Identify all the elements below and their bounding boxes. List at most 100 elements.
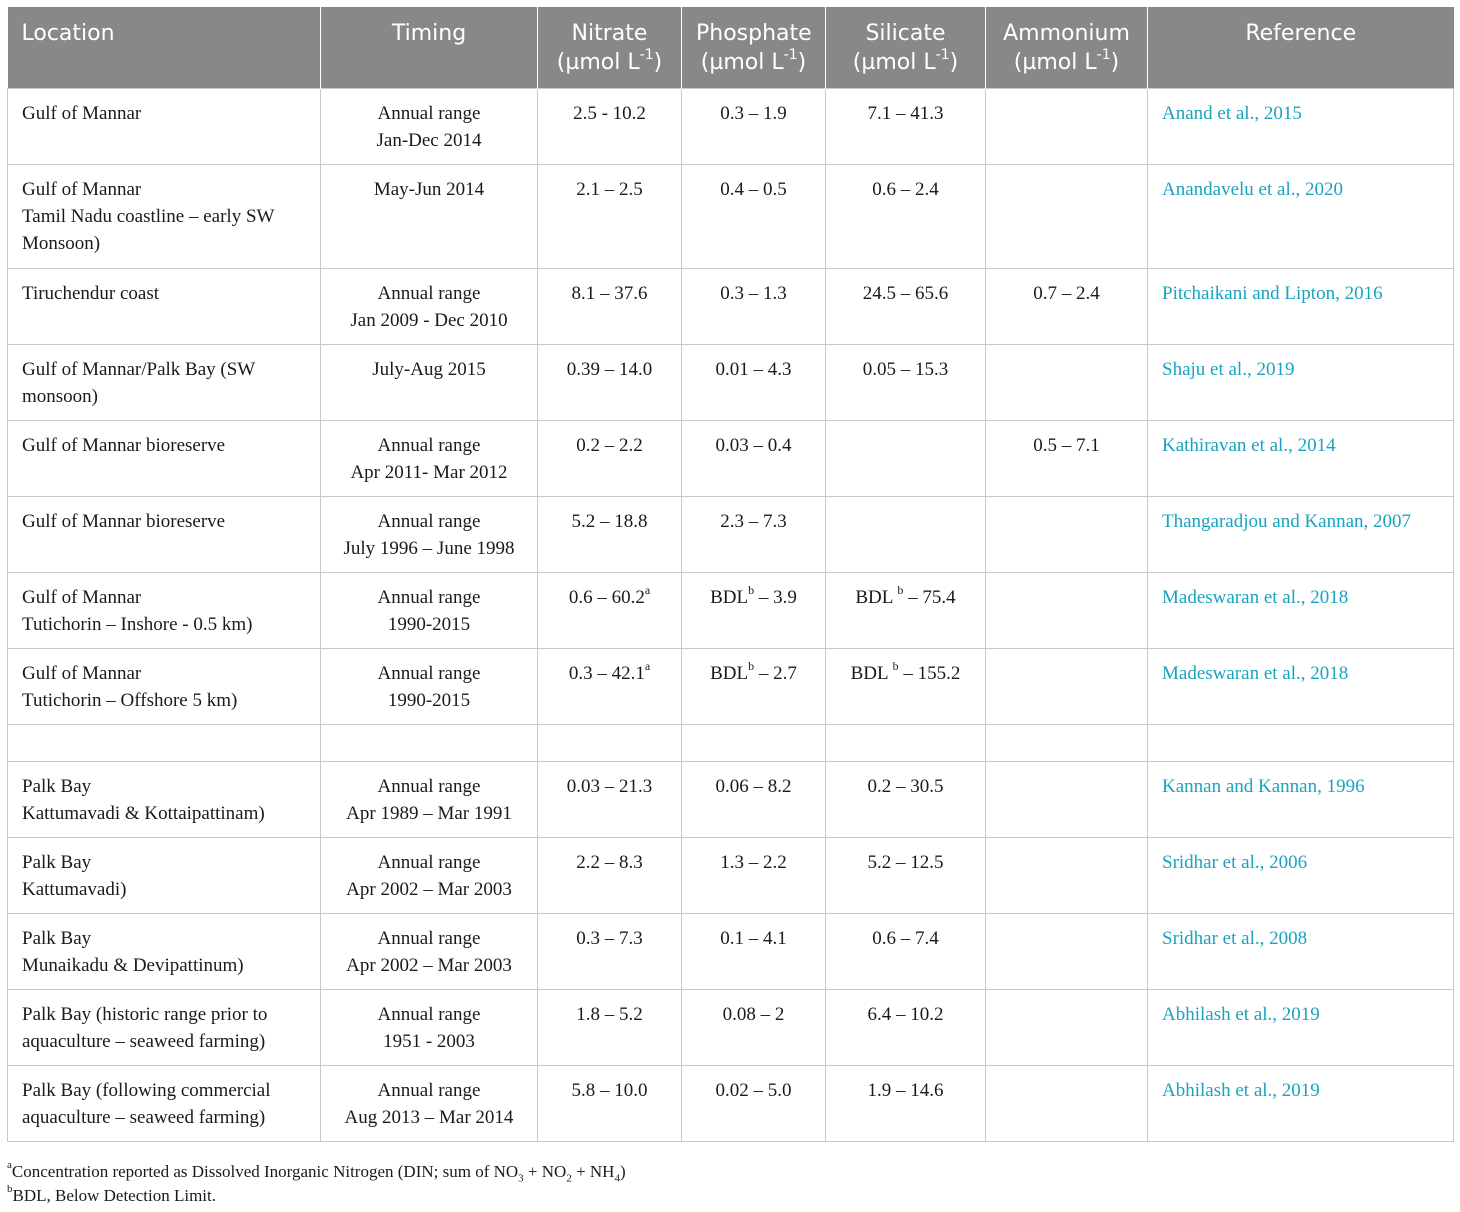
spacer-cell bbox=[537, 724, 682, 762]
cell-nitrate: 2.1 – 2.5 bbox=[537, 164, 682, 269]
table-row: Gulf of Mannar bioreserve Annual range Ap… bbox=[7, 420, 1454, 497]
reference-link[interactable]: Kannan and Kannan, 1996 bbox=[1147, 761, 1454, 838]
cell-phosphate: 0.08 – 2 bbox=[681, 989, 826, 1066]
cell-location: Gulf of Mannar Tutichorin – Inshore - 0.5… bbox=[7, 572, 321, 649]
cell-silicate: 0.2 – 30.5 bbox=[825, 761, 986, 838]
cell-nitrate: 2.2 – 8.3 bbox=[537, 837, 682, 914]
header-row: Location Timing Nitrate (µmol L-1) Phosph… bbox=[7, 7, 1454, 89]
reference-link[interactable]: Anand et al., 2015 bbox=[1147, 88, 1454, 165]
table-row: Gulf of Mannar bioreserve Annual range Ju… bbox=[7, 496, 1454, 573]
reference-link[interactable]: Madeswaran et al., 2018 bbox=[1147, 648, 1454, 725]
cell-phosphate: BDLb – 2.7 bbox=[681, 648, 826, 725]
cell-ammonium: 0.7 – 2.4 bbox=[985, 268, 1148, 345]
table-row: Palk Bay Kattumavadi & Kottaipattinam) An… bbox=[7, 761, 1454, 838]
header-timing: Timing bbox=[320, 7, 538, 89]
cell-phosphate: BDLb – 3.9 bbox=[681, 572, 826, 649]
cell-ammonium bbox=[985, 837, 1148, 914]
spacer-cell bbox=[1147, 724, 1454, 762]
cell-silicate bbox=[825, 420, 986, 497]
cell-phosphate: 0.02 – 5.0 bbox=[681, 1065, 826, 1142]
table-row: Gulf of Mannar/Palk Bay (SW monsoon) Jul… bbox=[7, 344, 1454, 421]
table-row: Gulf of Mannar Tutichorin – Offshore 5 km… bbox=[7, 648, 1454, 725]
table-row: Palk Bay (historic range prior to aquacu… bbox=[7, 989, 1454, 1066]
cell-timing: Annual range 1951 - 2003 bbox=[320, 989, 538, 1066]
cell-silicate: 6.4 – 10.2 bbox=[825, 989, 986, 1066]
reference-link[interactable]: Abhilash et al., 2019 bbox=[1147, 989, 1454, 1066]
cell-nitrate: 0.03 – 21.3 bbox=[537, 761, 682, 838]
reference-link[interactable]: Kathiravan et al., 2014 bbox=[1147, 420, 1454, 497]
cell-ammonium bbox=[985, 88, 1148, 165]
cell-silicate: 0.05 – 15.3 bbox=[825, 344, 986, 421]
table-row: Gulf of Mannar Tutichorin – Inshore - 0.5… bbox=[7, 572, 1454, 649]
cell-location: Gulf of Mannar bioreserve bbox=[7, 420, 321, 497]
cell-nitrate: 5.2 – 18.8 bbox=[537, 496, 682, 573]
cell-location: Gulf of Mannar Tamil Nadu coastline – ear… bbox=[7, 164, 321, 269]
cell-ammonium bbox=[985, 761, 1148, 838]
table-row: Gulf of Mannar Annual range Jan-Dec 2014 … bbox=[7, 88, 1454, 165]
cell-silicate: BDL b – 155.2 bbox=[825, 648, 986, 725]
cell-ammonium bbox=[985, 344, 1148, 421]
header-silicate: Silicate (µmol L-1) bbox=[825, 7, 986, 89]
cell-timing: Annual range Apr 2002 – Mar 2003 bbox=[320, 913, 538, 990]
cell-timing: July-Aug 2015 bbox=[320, 344, 538, 421]
cell-timing: Annual range Jan-Dec 2014 bbox=[320, 88, 538, 165]
cell-timing: Annual range Apr 2002 – Mar 2003 bbox=[320, 837, 538, 914]
spacer-cell bbox=[7, 724, 321, 762]
header-ammonium: Ammonium (µmol L-1) bbox=[985, 7, 1148, 89]
table-row: Palk Bay Munaikadu & Devipattinum) Annual… bbox=[7, 913, 1454, 990]
cell-phosphate: 0.4 – 0.5 bbox=[681, 164, 826, 269]
header-nitrate: Nitrate (µmol L-1) bbox=[537, 7, 682, 89]
cell-silicate: 1.9 – 14.6 bbox=[825, 1065, 986, 1142]
cell-silicate: 24.5 – 65.6 bbox=[825, 268, 986, 345]
spacer-cell bbox=[825, 724, 986, 762]
cell-phosphate: 1.3 – 2.2 bbox=[681, 837, 826, 914]
footnote-b: bBDL, Below Detection Limit. bbox=[7, 1183, 216, 1205]
table-container: Location Timing Nitrate (µmol L-1) Phosph… bbox=[7, 7, 1454, 1142]
reference-link[interactable]: Madeswaran et al., 2018 bbox=[1147, 572, 1454, 649]
table-row: Tiruchendur coast Annual range Jan 2009 -… bbox=[7, 268, 1454, 345]
cell-location: Palk Bay Munaikadu & Devipattinum) bbox=[7, 913, 321, 990]
reference-link[interactable]: Pitchaikani and Lipton, 2016 bbox=[1147, 268, 1454, 345]
cell-ammonium bbox=[985, 572, 1148, 649]
cell-location: Gulf of Mannar bbox=[7, 88, 321, 165]
cell-ammonium bbox=[985, 913, 1148, 990]
cell-nitrate: 8.1 – 37.6 bbox=[537, 268, 682, 345]
spacer-cell bbox=[320, 724, 538, 762]
cell-timing: Annual range July 1996 – June 1998 bbox=[320, 496, 538, 573]
reference-link[interactable]: Sridhar et al., 2006 bbox=[1147, 837, 1454, 914]
cell-location: Gulf of Mannar/Palk Bay (SW monsoon) bbox=[7, 344, 321, 421]
table-row: Palk Bay Kattumavadi) Annual range Apr 200… bbox=[7, 837, 1454, 914]
cell-timing: Annual range Jan 2009 - Dec 2010 bbox=[320, 268, 538, 345]
reference-link[interactable]: Abhilash et al., 2019 bbox=[1147, 1065, 1454, 1142]
spacer-cell bbox=[985, 724, 1148, 762]
table-row: Gulf of Mannar Tamil Nadu coastline – ear… bbox=[7, 164, 1454, 269]
cell-silicate: 0.6 – 7.4 bbox=[825, 913, 986, 990]
cell-silicate: 7.1 – 41.3 bbox=[825, 88, 986, 165]
table-row: Palk Bay (following commercial aquacultu… bbox=[7, 1065, 1454, 1142]
reference-link[interactable]: Shaju et al., 2019 bbox=[1147, 344, 1454, 421]
cell-timing: Annual range Apr 2011- Mar 2012 bbox=[320, 420, 538, 497]
cell-location: Gulf of Mannar Tutichorin – Offshore 5 km… bbox=[7, 648, 321, 725]
header-reference: Reference bbox=[1147, 7, 1454, 89]
cell-timing: Annual range Apr 1989 – Mar 1991 bbox=[320, 761, 538, 838]
table-row-spacer bbox=[7, 724, 1454, 762]
cell-location: Palk Bay Kattumavadi & Kottaipattinam) bbox=[7, 761, 321, 838]
cell-location: Gulf of Mannar bioreserve bbox=[7, 496, 321, 573]
cell-silicate bbox=[825, 496, 986, 573]
cell-silicate: 5.2 – 12.5 bbox=[825, 837, 986, 914]
header-phosphate: Phosphate (µmol L-1) bbox=[681, 7, 826, 89]
reference-link[interactable]: Sridhar et al., 2008 bbox=[1147, 913, 1454, 990]
cell-nitrate: 2.5 - 10.2 bbox=[537, 88, 682, 165]
cell-timing: Annual range 1990-2015 bbox=[320, 572, 538, 649]
cell-nitrate: 0.2 – 2.2 bbox=[537, 420, 682, 497]
table-footnotes: aConcentration reported as Dissolved Ino… bbox=[7, 1160, 626, 1208]
reference-link[interactable]: Anandavelu et al., 2020 bbox=[1147, 164, 1454, 269]
footnote-a: aConcentration reported as Dissolved Ino… bbox=[7, 1159, 626, 1185]
cell-ammonium bbox=[985, 648, 1148, 725]
header-location: Location bbox=[7, 7, 321, 89]
cell-nitrate: 0.39 – 14.0 bbox=[537, 344, 682, 421]
cell-ammonium bbox=[985, 164, 1148, 269]
spacer-cell bbox=[681, 724, 826, 762]
cell-phosphate: 0.1 – 4.1 bbox=[681, 913, 826, 990]
reference-link[interactable]: Thangaradjou and Kannan, 2007 bbox=[1147, 496, 1454, 573]
